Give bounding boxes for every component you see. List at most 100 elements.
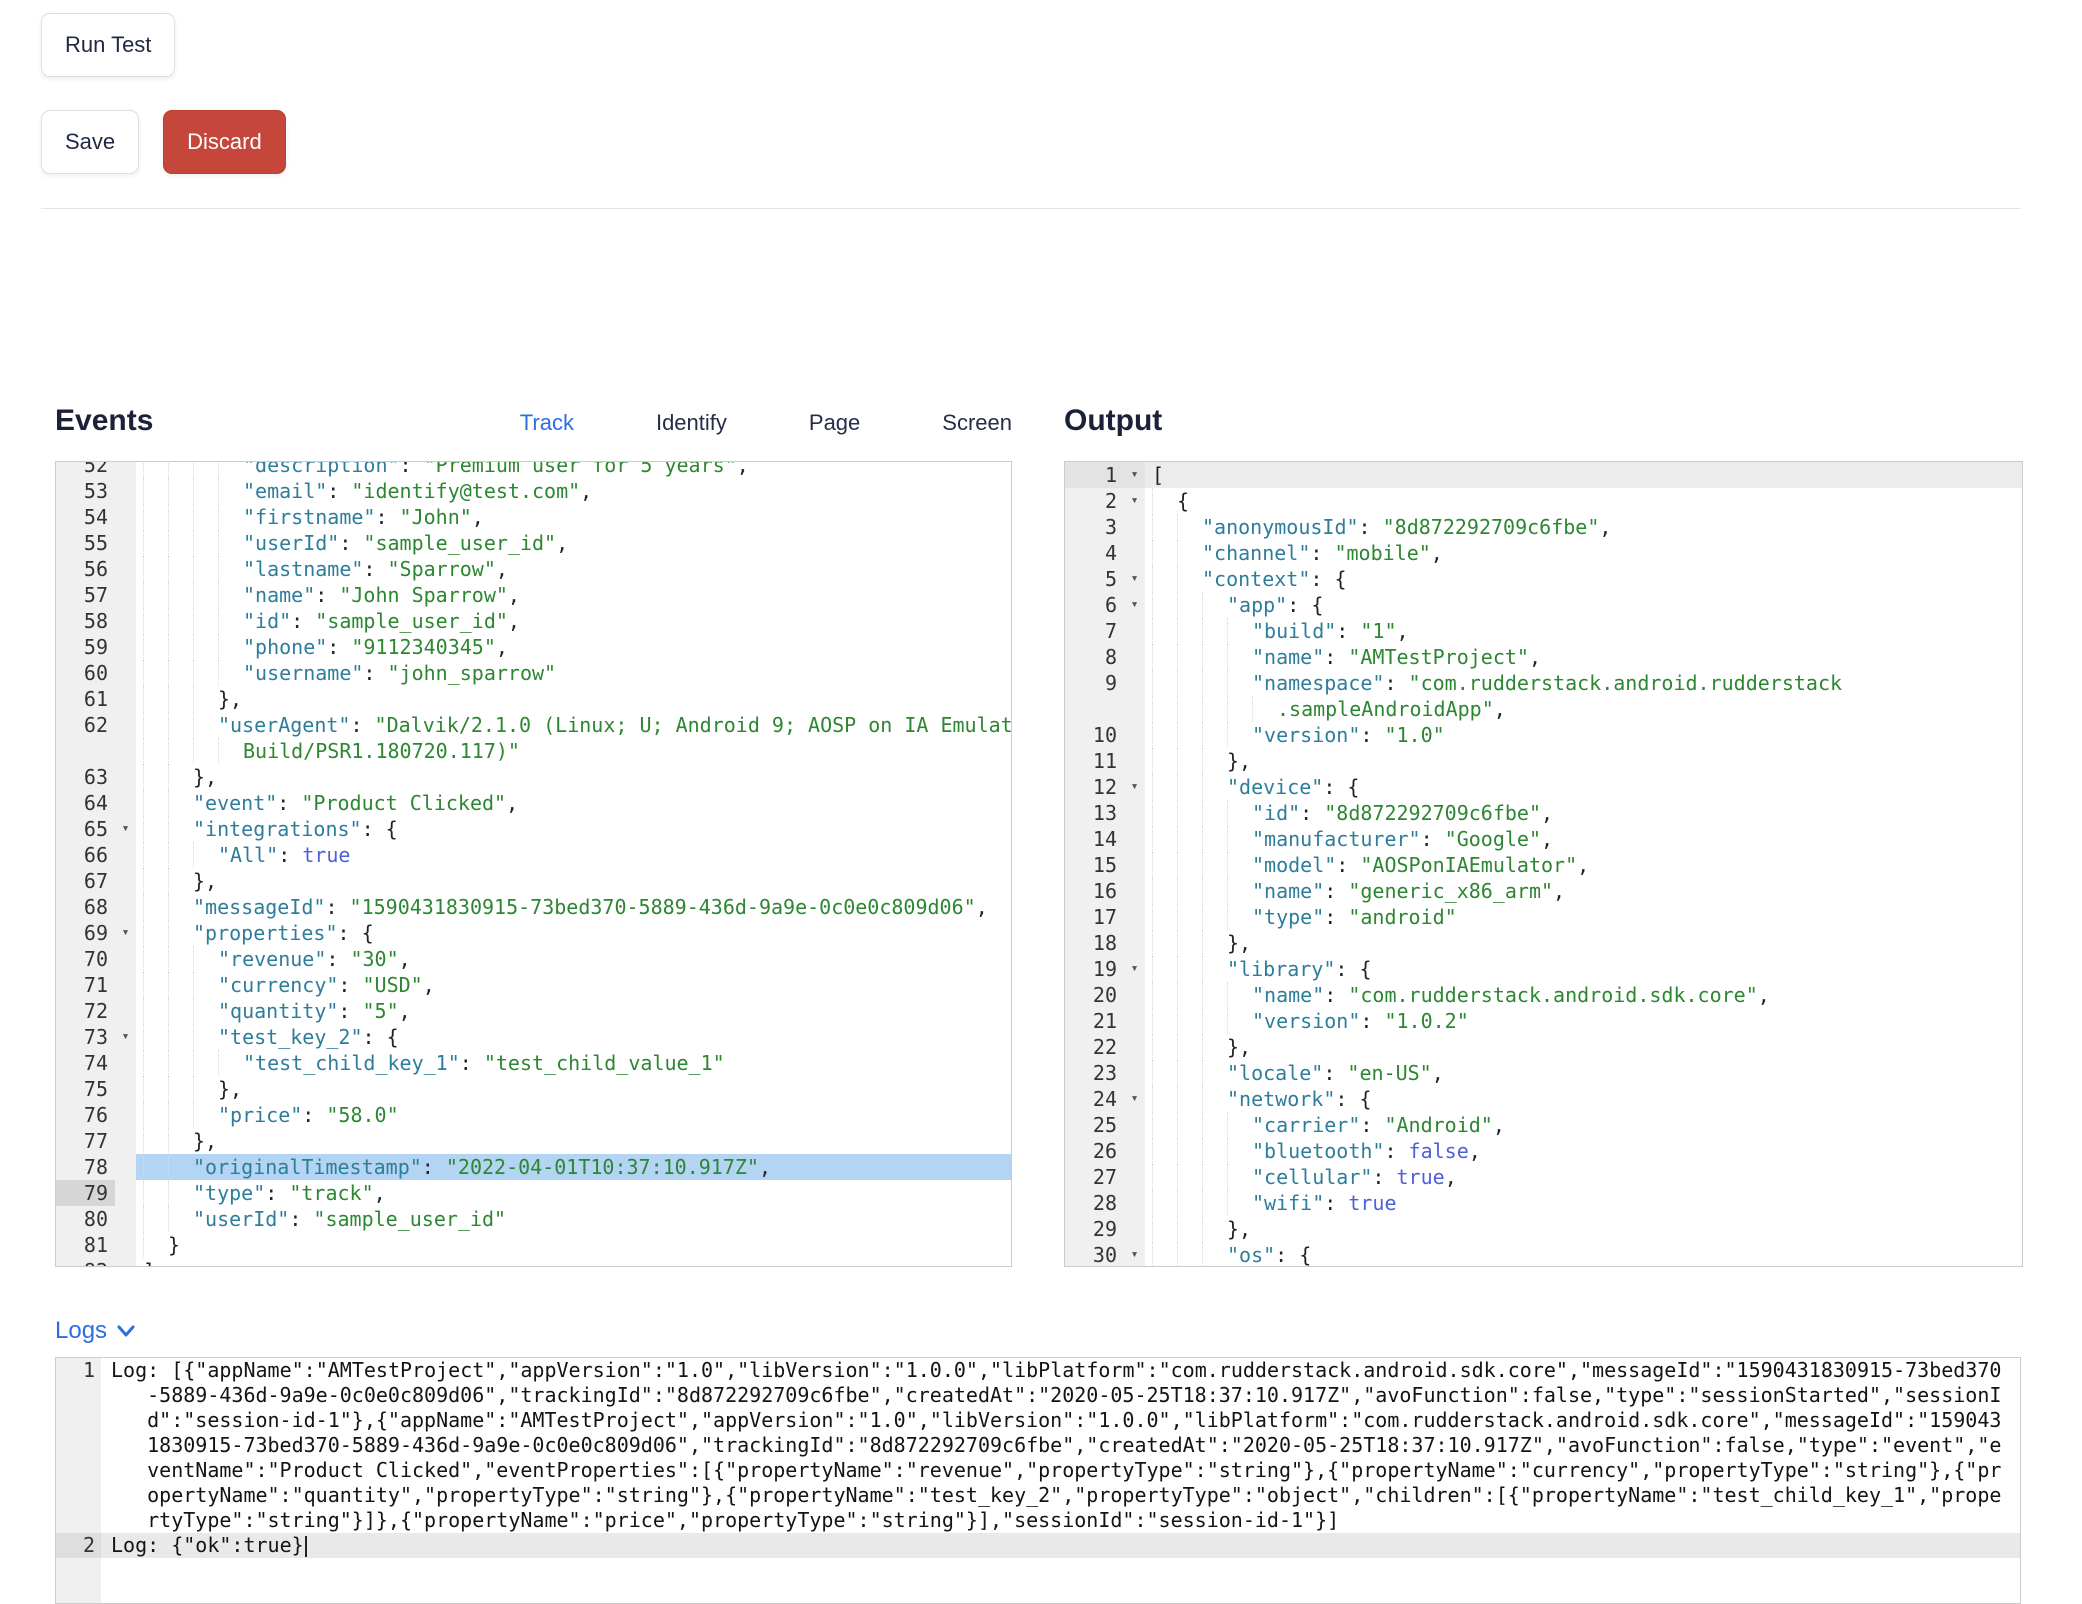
indent-guide [143,582,168,608]
indent-guide [143,998,168,1024]
fold-toggle-icon[interactable]: ▾ [1124,1242,1145,1267]
indent-guide [1152,644,1177,670]
fold-gutter [1124,644,1145,670]
code-line: 28"wifi": true [1065,1190,2022,1216]
indent-guide [143,686,168,712]
indent-guide [193,1024,218,1050]
indent-guide [193,738,218,764]
line-number: 82 [56,1258,115,1267]
indent-guide [1177,904,1202,930]
code-text: "channel": "mobile", [1145,540,2022,566]
indent-guide [143,660,168,686]
line-number: 21 [1065,1008,1124,1034]
indent-guide [168,868,193,894]
run-test-button[interactable]: Run Test [41,13,175,77]
indent-guide [168,582,193,608]
indent-guide [168,634,193,660]
code-text: "username": "john_sparrow" [136,660,1011,686]
fold-toggle-icon[interactable]: ▾ [115,1024,136,1050]
indent-guide [1152,1086,1177,1112]
fold-toggle-icon[interactable]: ▾ [1124,1086,1145,1112]
indent-guide [1227,644,1252,670]
logs-toggle[interactable]: Logs [55,1317,175,1345]
indent-guide [193,461,218,478]
code-line: 55"userId": "sample_user_id", [56,530,1011,556]
indent-guide [168,608,193,634]
indent-guide [143,478,168,504]
fold-toggle-icon[interactable]: ▾ [1124,488,1145,514]
fold-toggle-icon[interactable]: ▾ [115,920,136,946]
indent-guide [193,660,218,686]
events-json-editor[interactable]: 52"description": "Premium user for 5 yea… [55,461,1012,1267]
discard-button[interactable]: Discard [163,110,286,174]
fold-gutter [115,1206,136,1232]
logs-console[interactable]: 1Log: [{"appName":"AMTestProject","appVe… [55,1357,2021,1604]
code-text: "revenue": "30", [136,946,1011,972]
fold-gutter [115,1180,136,1206]
indent-guide [1227,852,1252,878]
indent-guide [1152,800,1177,826]
fold-toggle-icon[interactable]: ▾ [1124,566,1145,592]
output-json-editor[interactable]: 1▾[2▾{3"anonymousId": "8d872292709c6fbe"… [1064,461,2023,1267]
log-text: Log: {"ok":true} [101,1533,2020,1558]
indent-guide [1202,904,1227,930]
line-number: 60 [56,660,115,686]
indent-guide [1227,826,1252,852]
indent-guide [1202,852,1227,878]
code-line: 64"event": "Product Clicked", [56,790,1011,816]
save-button[interactable]: Save [41,110,139,174]
indent-guide [1152,1112,1177,1138]
fold-toggle-icon[interactable]: ▾ [115,816,136,842]
indent-guide [143,764,168,790]
fold-gutter [115,764,136,790]
code-text: "carrier": "Android", [1145,1112,2022,1138]
tab-identify[interactable]: Identify [656,410,727,436]
fold-gutter [115,556,136,582]
indent-guide [193,478,218,504]
indent-guide [1252,696,1277,722]
code-text: "bluetooth": false, [1145,1138,2022,1164]
fold-toggle-icon[interactable]: ▾ [1124,462,1145,488]
line-number: 18 [1065,930,1124,956]
text-cursor [305,1536,307,1557]
fold-toggle-icon[interactable]: ▾ [1124,592,1145,618]
fold-gutter [115,634,136,660]
code-line: 78"originalTimestamp": "2022-04-01T10:37… [56,1154,1011,1180]
indent-guide [218,1050,243,1076]
indent-guide [168,1050,193,1076]
line-number: 64 [56,790,115,816]
line-number: 68 [56,894,115,920]
tab-page[interactable]: Page [809,410,860,436]
code-line: 62"userAgent": "Dalvik/2.1.0 (Linux; U; … [56,712,1011,764]
indent-guide [168,478,193,504]
indent-guide [1202,800,1227,826]
indent-guide [1152,1138,1177,1164]
indent-guide [1152,540,1177,566]
fold-toggle-icon[interactable]: ▾ [1124,774,1145,800]
fold-gutter [1124,1034,1145,1060]
tab-screen[interactable]: Screen [942,410,1012,436]
code-line: 11}, [1065,748,2022,774]
code-line: 7"build": "1", [1065,618,2022,644]
indent-guide [193,998,218,1024]
tab-track[interactable]: Track [520,410,574,436]
indent-guide [218,461,243,478]
code-text: }, [136,686,1011,712]
code-text: "os": { [1145,1242,2022,1267]
indent-guide [168,1206,193,1232]
selected-code-text: "originalTimestamp": "2022-04-01T10:37:1… [136,1154,1011,1180]
code-text: { [1145,488,2022,514]
code-text: "context": { [1145,566,2022,592]
indent-guide [1177,774,1202,800]
indent-guide [1227,1008,1252,1034]
indent-guide [1202,826,1227,852]
code-text: "name": "John Sparrow", [136,582,1011,608]
indent-guide [1227,982,1252,1008]
code-line: 26"bluetooth": false, [1065,1138,2022,1164]
indent-guide [168,660,193,686]
fold-gutter [115,1128,136,1154]
fold-toggle-icon[interactable]: ▾ [1124,956,1145,982]
indent-guide [168,946,193,972]
line-number: 52 [56,461,115,478]
line-number: 29 [1065,1216,1124,1242]
